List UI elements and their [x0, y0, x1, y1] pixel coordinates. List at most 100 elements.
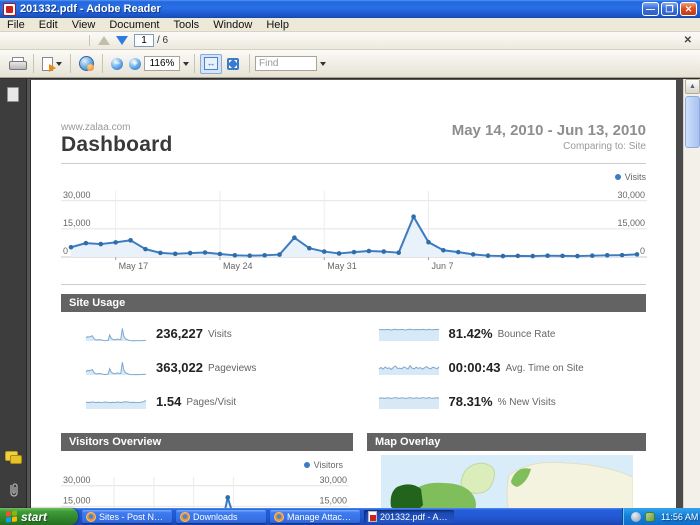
svg-text:15,000: 15,000 — [617, 218, 645, 228]
up-arrow-icon — [98, 36, 110, 45]
svg-text:0: 0 — [63, 246, 68, 256]
menu-tools[interactable]: Tools — [167, 19, 207, 31]
zoom-out-button[interactable]: − — [108, 56, 126, 72]
date-range: May 14, 2010 - Jun 13, 2010 — [451, 122, 646, 139]
menu-help[interactable]: Help — [259, 19, 296, 31]
metric-visits: 236,227 Visits — [61, 316, 354, 350]
close-button[interactable]: ✕ — [680, 2, 697, 16]
site-usage-metrics: 236,227 Visits 81.42% Bounce Rate 363,02… — [61, 316, 646, 418]
metric-avg-time: 00:00:43 Avg. Time on Site — [354, 350, 647, 384]
collaborate-button[interactable] — [76, 54, 97, 73]
svg-text:30,000: 30,000 — [617, 190, 645, 200]
clock: 11:56 AM — [661, 511, 699, 522]
zoom-out-icon: − — [111, 57, 123, 70]
globe-icon — [79, 56, 94, 71]
share-document-icon — [42, 56, 56, 72]
visits-legend: Visits — [61, 171, 646, 183]
svg-text:Jun 7: Jun 7 — [431, 261, 453, 271]
menu-file[interactable]: File — [0, 19, 32, 31]
navigation-pane — [0, 79, 27, 525]
zoom-in-icon: + — [129, 57, 141, 70]
visits-over-time-chart: May 17 May 24 May 31 Jun 7 0 0 15,000 15,000 30,… — [61, 190, 647, 271]
system-tray: 11:56 AM — [622, 508, 700, 525]
find-dropdown-icon[interactable] — [320, 61, 326, 66]
bounce-rate-sparkline — [378, 328, 439, 341]
metric-pages-per-visit: 1.54 Pages/Visit — [61, 384, 354, 418]
svg-text:May 24: May 24 — [223, 261, 253, 271]
previous-page-button[interactable] — [95, 34, 113, 47]
tray-security-icon[interactable] — [645, 511, 655, 522]
menu-view[interactable]: View — [65, 19, 103, 31]
legend-dot-icon — [303, 462, 310, 468]
chart-divider — [61, 284, 646, 285]
pageviews-sparkline — [85, 361, 147, 375]
svg-text:15,000: 15,000 — [63, 218, 91, 228]
main-toolbar: − + 116% ↔ — [0, 50, 700, 78]
metric-pageviews: 363,022 Pageviews — [61, 350, 354, 384]
taskbar-task-downloads[interactable]: Downloads — [176, 510, 266, 523]
visitors-overview-header: Visitors Overview — [61, 433, 353, 451]
scrollbar-thumb[interactable] — [685, 96, 700, 148]
page-shadow — [676, 79, 683, 525]
window-title: 201332.pdf - Adobe Reader — [20, 3, 161, 15]
vertical-scrollbar[interactable]: ▲ — [683, 79, 700, 525]
world-map — [380, 455, 633, 513]
title-bar: 201332.pdf - Adobe Reader — ❐ ✕ — [0, 0, 700, 18]
find-input[interactable] — [255, 56, 317, 71]
adobe-reader-app-icon — [3, 2, 16, 16]
fit-width-icon: ↔ — [204, 57, 218, 70]
fit-width-button[interactable]: ↔ — [200, 53, 222, 74]
pdf-icon — [368, 511, 377, 522]
windows-logo-icon — [6, 510, 17, 523]
comments-panel-icon[interactable] — [5, 451, 22, 464]
attachments-paperclip-icon[interactable] — [7, 481, 20, 498]
svg-text:15,000: 15,000 — [319, 495, 347, 505]
site-usage-header: Site Usage — [61, 294, 646, 312]
toolbar-close-icon[interactable]: ✕ — [684, 35, 692, 46]
svg-text:30,000: 30,000 — [63, 475, 91, 485]
zoom-level-input[interactable]: 116% — [144, 56, 180, 71]
fullscreen-button[interactable] — [222, 54, 244, 74]
firefox-icon — [86, 511, 96, 522]
svg-text:30,000: 30,000 — [319, 475, 347, 485]
map-overlay-header: Map Overlay — [367, 433, 646, 451]
visits-sparkline — [85, 327, 147, 341]
zoom-dropdown-icon[interactable] — [183, 61, 189, 66]
header-divider — [61, 163, 646, 164]
page-navigation-toolbar: / 6 ✕ — [0, 32, 700, 50]
next-page-button[interactable] — [113, 34, 131, 47]
fullscreen-icon — [227, 57, 239, 70]
tray-status-icon[interactable] — [631, 511, 641, 522]
restore-button[interactable]: ❐ — [661, 2, 678, 16]
pages-panel-icon[interactable] — [7, 87, 19, 102]
page-number-input[interactable] — [134, 34, 154, 47]
svg-text:May 31: May 31 — [327, 261, 357, 271]
scroll-up-icon[interactable]: ▲ — [685, 79, 700, 94]
svg-text:15,000: 15,000 — [63, 495, 91, 505]
taskbar-task-attachments[interactable]: Manage Attachments... — [270, 510, 360, 523]
new-visits-sparkline — [378, 396, 439, 409]
page-total-label: / 6 — [157, 35, 169, 46]
report-header: www.zalaa.com Dashboard May 14, 2010 - J… — [61, 122, 646, 157]
chevron-down-icon — [56, 61, 62, 66]
taskbar-task-sites[interactable]: Sites - Post New Thre... — [82, 510, 172, 523]
menu-window[interactable]: Window — [206, 19, 259, 31]
avg-time-sparkline — [378, 364, 439, 375]
zoom-in-button[interactable]: + — [126, 56, 144, 72]
taskbar-task-pdf[interactable]: 201332.pdf - Adobe ... — [364, 510, 454, 523]
metric-new-visits: 78.31% % New Visits — [354, 384, 647, 418]
menu-bar: File Edit View Document Tools Window Hel… — [0, 18, 700, 32]
print-button[interactable] — [6, 55, 28, 72]
start-button[interactable]: start — [0, 508, 78, 525]
menu-edit[interactable]: Edit — [32, 19, 65, 31]
metric-bounce-rate: 81.42% Bounce Rate — [354, 316, 647, 350]
taskbar: start Sites - Post New Thre... Downloads… — [0, 508, 700, 525]
svg-text:May 17: May 17 — [119, 261, 149, 271]
minimize-button[interactable]: — — [642, 2, 659, 16]
firefox-icon — [180, 511, 190, 522]
email-share-button[interactable] — [39, 55, 65, 73]
svg-text:30,000: 30,000 — [63, 190, 91, 200]
firefox-icon — [274, 511, 284, 522]
visitors-legend: Visitors — [61, 459, 353, 471]
menu-document[interactable]: Document — [102, 19, 166, 31]
